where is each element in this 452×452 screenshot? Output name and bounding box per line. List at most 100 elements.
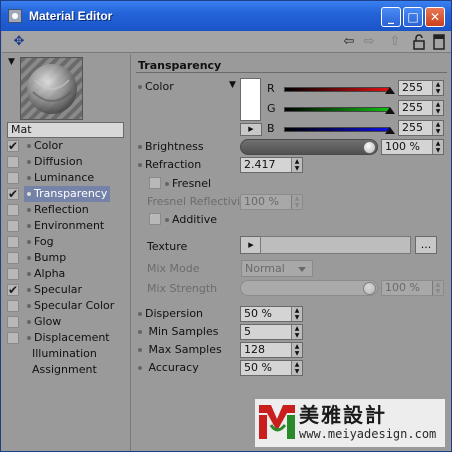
channel-specular-checkbox[interactable]: ✔ bbox=[7, 284, 19, 296]
pin-icon[interactable]: ✥ bbox=[11, 34, 27, 50]
channel-displacement[interactable]: Displacement bbox=[7, 330, 131, 346]
green-gradient[interactable] bbox=[284, 107, 390, 112]
window-title: Material Editor bbox=[29, 9, 113, 23]
texture-menu-button[interactable]: ▸ bbox=[240, 236, 262, 254]
brightness-slider-knob[interactable] bbox=[363, 141, 376, 154]
green-label: G bbox=[267, 102, 276, 115]
channel-bump-checkbox[interactable] bbox=[7, 252, 19, 264]
channel-luminance-checkbox[interactable] bbox=[7, 172, 19, 184]
channel-sidebar: ▼ Mat ✔ Color Diffusion Luminance ✔ Tran… bbox=[2, 54, 131, 451]
channel-specular-color-label: Specular Color bbox=[24, 298, 117, 314]
channel-diffusion-label: Diffusion bbox=[24, 154, 86, 170]
panel-icon[interactable] bbox=[431, 34, 447, 50]
channel-reflection-label: Reflection bbox=[24, 202, 92, 218]
additive-checkbox[interactable] bbox=[149, 213, 161, 225]
material-editor-window: Material Editor _ □ ✕ ✥ ⇦ ⇨ ⇧ ▼ Mat ✔ Co… bbox=[0, 0, 452, 452]
channel-luminance-label: Luminance bbox=[24, 170, 97, 186]
section-title: Transparency bbox=[138, 59, 222, 72]
min-samples-label: Min Samples bbox=[138, 325, 219, 338]
channel-transparency-checkbox[interactable]: ✔ bbox=[7, 188, 19, 200]
channel-environment-label: Environment bbox=[24, 218, 107, 234]
close-button[interactable]: ✕ bbox=[425, 7, 445, 27]
refraction-value-field[interactable]: 2.417 ▲ ▼ bbox=[240, 157, 303, 173]
mix-mode-chevron-down-icon bbox=[298, 267, 306, 272]
channel-reflection[interactable]: Reflection bbox=[7, 202, 131, 218]
mix-strength-slider-knob[interactable] bbox=[363, 282, 376, 295]
channel-reflection-checkbox[interactable] bbox=[7, 204, 19, 216]
brightness-label: Brightness bbox=[138, 140, 204, 153]
fresnel-label: Fresnel bbox=[165, 177, 211, 190]
channel-transparency-label: Transparency bbox=[24, 186, 111, 202]
channel-specular-color[interactable]: Specular Color bbox=[7, 298, 131, 314]
blue-value-field[interactable]: 255 ▲ ▼ bbox=[398, 120, 444, 136]
section-divider bbox=[136, 72, 447, 73]
mix-strength-label: Mix Strength bbox=[147, 282, 218, 295]
additive-label: Additive bbox=[165, 213, 217, 226]
channel-glow-label: Glow bbox=[24, 314, 64, 330]
channel-luminance[interactable]: Luminance bbox=[7, 170, 131, 186]
channel-color[interactable]: ✔ Color bbox=[7, 138, 131, 154]
texture-path-field[interactable] bbox=[260, 236, 411, 254]
blue-gradient[interactable] bbox=[284, 127, 390, 132]
red-gradient[interactable] bbox=[284, 87, 390, 92]
channel-specular-color-checkbox[interactable] bbox=[7, 300, 19, 312]
channel-environment[interactable]: Environment bbox=[7, 218, 131, 234]
channel-fog-checkbox[interactable] bbox=[7, 236, 19, 248]
material-editor-app-icon bbox=[8, 9, 22, 23]
texture-label: Texture bbox=[147, 240, 188, 253]
channel-alpha[interactable]: Alpha bbox=[7, 266, 131, 282]
accuracy-value-field[interactable]: 50 % ▲ ▼ bbox=[240, 360, 303, 376]
blue-slider-handle[interactable] bbox=[385, 127, 395, 134]
red-label: R bbox=[267, 82, 275, 95]
lock-icon[interactable] bbox=[411, 34, 427, 50]
minimize-button[interactable]: _ bbox=[381, 7, 401, 27]
title-bar[interactable]: Material Editor _ □ ✕ bbox=[1, 1, 451, 31]
channel-transparency[interactable]: ✔ Transparency bbox=[7, 186, 131, 202]
channel-glow[interactable]: Glow bbox=[7, 314, 131, 330]
channel-displacement-label: Displacement bbox=[24, 330, 113, 346]
maximize-button[interactable]: □ bbox=[403, 7, 423, 27]
channel-diffusion-checkbox[interactable] bbox=[7, 156, 19, 168]
channel-diffusion[interactable]: Diffusion bbox=[7, 154, 131, 170]
mix-strength-slider[interactable] bbox=[240, 280, 378, 296]
channel-displacement-checkbox[interactable] bbox=[7, 332, 19, 344]
max-samples-label: Max Samples bbox=[138, 343, 222, 356]
green-slider-handle[interactable] bbox=[385, 107, 395, 114]
channel-color-checkbox[interactable]: ✔ bbox=[7, 140, 19, 152]
channel-assignment-label: Assignment bbox=[32, 363, 97, 376]
green-value-field[interactable]: 255 ▲ ▼ bbox=[398, 100, 444, 116]
brightness-value-field[interactable]: 100 % ▲ ▼ bbox=[381, 139, 444, 155]
min-samples-value-field[interactable]: 5 ▲ ▼ bbox=[240, 324, 303, 340]
dispersion-label: Dispersion bbox=[138, 307, 203, 320]
red-value-field[interactable]: 255 ▲ ▼ bbox=[398, 80, 444, 96]
fresnel-checkbox[interactable] bbox=[149, 177, 161, 189]
up-arrow-icon[interactable]: ⇧ bbox=[387, 34, 403, 50]
channel-alpha-checkbox[interactable] bbox=[7, 268, 19, 280]
back-arrow-icon[interactable]: ⇦ bbox=[341, 34, 357, 50]
forward-arrow-icon[interactable]: ⇨ bbox=[361, 34, 377, 50]
material-preview[interactable] bbox=[20, 57, 83, 120]
channel-illumination[interactable]: Illumination bbox=[7, 346, 131, 362]
fresnel-reflectivity-value-field[interactable]: 100 % ▲ ▼ bbox=[240, 194, 303, 210]
mix-mode-dropdown[interactable]: Normal bbox=[241, 260, 313, 277]
channel-environment-checkbox[interactable] bbox=[7, 220, 19, 232]
channel-specular-label: Specular bbox=[24, 282, 85, 298]
mix-strength-value-field[interactable]: 100 % ▲ ▼ bbox=[381, 280, 444, 296]
texture-browse-button[interactable]: ... bbox=[415, 236, 437, 254]
channel-assignment[interactable]: Assignment bbox=[7, 362, 131, 378]
color-menu-arrow-icon[interactable]: ▼ bbox=[229, 80, 236, 90]
watermark-logo-icon bbox=[259, 405, 295, 439]
brightness-slider[interactable] bbox=[240, 139, 378, 155]
red-slider-handle[interactable] bbox=[385, 87, 395, 94]
max-samples-value-field[interactable]: 128 ▲ ▼ bbox=[240, 342, 303, 358]
watermark-chinese-text: 美雅設計 bbox=[299, 403, 387, 427]
color-expand-button[interactable]: ▶ bbox=[240, 123, 262, 136]
material-name-field[interactable]: Mat bbox=[7, 122, 124, 138]
channel-fog[interactable]: Fog bbox=[7, 234, 131, 250]
preview-menu-arrow-icon[interactable]: ▼ bbox=[8, 57, 15, 67]
channel-glow-checkbox[interactable] bbox=[7, 316, 19, 328]
color-swatch[interactable] bbox=[240, 78, 261, 121]
channel-bump[interactable]: Bump bbox=[7, 250, 131, 266]
dispersion-value-field[interactable]: 50 % ▲ ▼ bbox=[240, 306, 303, 322]
channel-specular[interactable]: ✔ Specular bbox=[7, 282, 131, 298]
